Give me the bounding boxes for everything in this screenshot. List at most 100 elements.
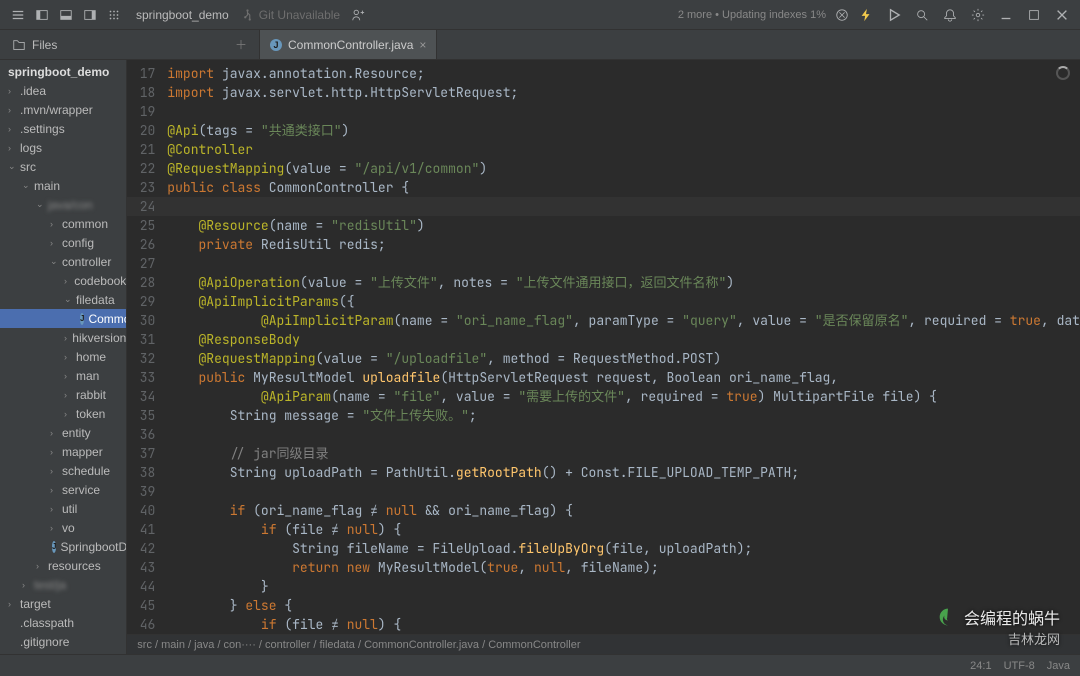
tree-item[interactable]: ›.mvn/wrapper [0,100,126,119]
tree-item[interactable]: ›mapper [0,442,126,461]
tree-item[interactable]: ›config [0,233,126,252]
tree-item[interactable]: ⌄java/con [0,195,126,214]
tree-item[interactable]: JSpringbootDemoApplication.java [0,537,126,556]
tree-item[interactable]: ›util [0,499,126,518]
code-content[interactable]: if (file ≠ null) { [167,615,401,634]
code-content[interactable]: String message = "文件上传失败。"; [167,406,476,425]
tree-item[interactable]: ›logs [0,138,126,157]
code-line[interactable]: 35 String message = "文件上传失败。"; [127,406,1080,425]
code-content[interactable]: return new MyResultModel(true, null, fil… [167,558,658,577]
tree-item[interactable]: ⌄src [0,157,126,176]
code-line[interactable]: 27 [127,254,1080,273]
git-status[interactable]: Git Unavailable [243,8,340,22]
editor-tab-active[interactable]: J CommonController.java × [260,30,437,59]
code-line[interactable]: 34 @ApiParam(name = "file", value = "需要上… [127,387,1080,406]
code-content[interactable]: } else { [167,596,292,615]
code-content[interactable]: @Controller [167,140,253,159]
tool-window-left-icon[interactable] [32,5,52,25]
code-content[interactable]: String uploadPath = PathUtil.getRootPath… [167,463,799,482]
tree-item[interactable]: ›hikversion [0,328,126,347]
code-editor[interactable]: 17import javax.annotation.Resource;18imp… [127,60,1080,654]
code-content[interactable]: if (file ≠ null) { [167,520,401,539]
tree-item[interactable]: ›resources [0,556,126,575]
tree-item[interactable]: ›rabbit [0,385,126,404]
tree-item[interactable]: .gitignore [0,632,126,651]
files-panel-header[interactable]: Files ＋ [0,30,260,59]
code-line[interactable]: 32 @RequestMapping(value = "/uploadfile"… [127,349,1080,368]
code-line[interactable]: 21@Controller [127,140,1080,159]
tree-item[interactable]: ⌄controller [0,252,126,271]
apps-icon[interactable] [104,5,124,25]
notifications-icon[interactable] [940,5,960,25]
tree-item[interactable]: ›schedule [0,461,126,480]
code-content[interactable]: @Resource(name = "redisUtil") [167,216,424,235]
code-content[interactable]: public class CommonController { [167,178,409,197]
build-icon[interactable] [856,5,876,25]
code-content[interactable]: @ResponseBody [167,330,300,349]
search-icon[interactable] [912,5,932,25]
tree-root[interactable]: springboot_demo [0,62,126,81]
add-user-icon[interactable] [348,5,368,25]
tool-window-right-icon[interactable] [80,5,100,25]
code-line[interactable]: 44 } [127,577,1080,596]
code-line[interactable]: 17import javax.annotation.Resource; [127,64,1080,83]
breadcrumb[interactable]: src / main / java / con···· / controller… [127,634,1080,654]
code-line[interactable]: 20@Api(tags = "共通类接口") [127,121,1080,140]
tree-item[interactable]: JCommonController.java [0,309,126,328]
code-content[interactable]: @ApiImplicitParam(name = "ori_name_flag"… [167,311,1080,330]
tree-item[interactable]: ›.settings [0,119,126,138]
tree-item[interactable]: .classpath [0,613,126,632]
code-line[interactable]: 23public class CommonController { [127,178,1080,197]
tree-item[interactable]: ›entity [0,423,126,442]
code-line[interactable]: 26 private RedisUtil redis; [127,235,1080,254]
code-line[interactable]: 39 [127,482,1080,501]
tree-item[interactable]: ›vo [0,518,126,537]
close-tab-icon[interactable]: × [419,38,426,52]
tree-item[interactable]: ›token [0,404,126,423]
tree-item[interactable]: ⌄main [0,176,126,195]
code-content[interactable] [167,197,198,216]
project-name[interactable]: springboot_demo [136,8,229,22]
code-content[interactable]: private RedisUtil redis; [167,235,385,254]
code-line[interactable]: 40 if (ori_name_flag ≠ null && ori_name_… [127,501,1080,520]
code-line[interactable]: 31 @ResponseBody [127,330,1080,349]
project-tree[interactable]: springboot_demo ›.idea›.mvn/wrapper›.set… [0,60,127,654]
code-content[interactable]: String fileName = FileUpload.fileUpByOrg… [167,539,752,558]
code-content[interactable]: public MyResultModel uploadfile(HttpServ… [167,368,838,387]
tree-item[interactable]: ⌄filedata [0,290,126,309]
code-line[interactable]: 42 String fileName = FileUpload.fileUpBy… [127,539,1080,558]
cursor-position[interactable]: 24:1 [970,660,991,672]
code-line[interactable]: 43 return new MyResultModel(true, null, … [127,558,1080,577]
code-content[interactable]: import javax.servlet.http.HttpServletReq… [167,83,518,102]
code-line[interactable]: 36 [127,425,1080,444]
code-line[interactable]: 38 String uploadPath = PathUtil.getRootP… [127,463,1080,482]
tree-item[interactable]: ›man [0,366,126,385]
code-content[interactable]: @RequestMapping(value = "/api/v1/common"… [167,159,487,178]
tree-item[interactable]: .project [0,651,126,654]
code-line[interactable]: 18import javax.servlet.http.HttpServletR… [127,83,1080,102]
maximize-icon[interactable] [1024,5,1044,25]
code-line[interactable]: 19 [127,102,1080,121]
code-content[interactable]: @Api(tags = "共通类接口") [167,121,349,140]
code-content[interactable]: @ApiParam(name = "file", value = "需要上传的文… [167,387,937,406]
tree-item[interactable]: ›target [0,594,126,613]
file-language[interactable]: Java [1047,660,1070,672]
cancel-indexing-icon[interactable] [832,5,852,25]
code-line[interactable]: 41 if (file ≠ null) { [127,520,1080,539]
code-content[interactable]: @RequestMapping(value = "/uploadfile", m… [167,349,721,368]
settings-icon[interactable] [968,5,988,25]
main-menu-icon[interactable] [8,5,28,25]
file-encoding[interactable]: UTF-8 [1004,660,1035,672]
code-content[interactable]: @ApiOperation(value = "上传文件", notes = "上… [167,273,734,292]
code-content[interactable]: @ApiImplicitParams({ [167,292,354,311]
tree-item[interactable]: ›service [0,480,126,499]
code-line[interactable]: 24 [127,197,1080,216]
code-line[interactable]: 30 @ApiImplicitParam(name = "ori_name_fl… [127,311,1080,330]
run-icon[interactable] [884,5,904,25]
code-line[interactable]: 33 public MyResultModel uploadfile(HttpS… [127,368,1080,387]
tree-item[interactable]: ›codebook [0,271,126,290]
tool-window-bottom-icon[interactable] [56,5,76,25]
code-line[interactable]: 25 @Resource(name = "redisUtil") [127,216,1080,235]
tree-item[interactable]: ›common [0,214,126,233]
code-line[interactable]: 22@RequestMapping(value = "/api/v1/commo… [127,159,1080,178]
